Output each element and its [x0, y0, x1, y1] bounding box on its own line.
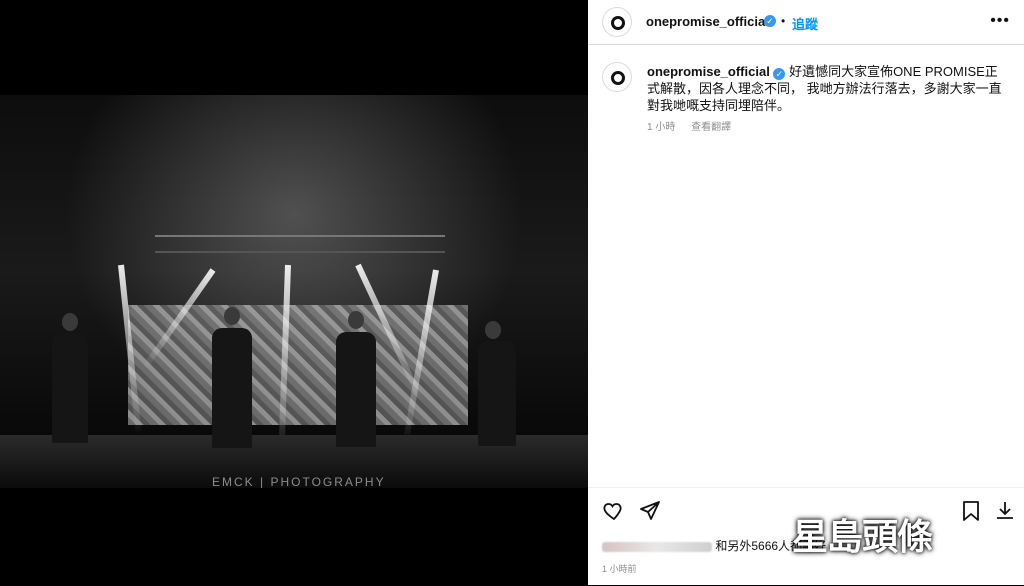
heart-icon[interactable]	[602, 499, 626, 523]
news-logo-watermark: 星島頭條	[792, 508, 1024, 576]
header-username[interactable]: onepromise_official	[646, 14, 769, 29]
band-member	[478, 341, 516, 446]
separator-dot: •	[781, 14, 786, 28]
post-header: onepromise_official ✓ • 追蹤 •••	[588, 0, 1024, 45]
verified-badge-icon: ✓	[773, 68, 786, 80]
post-details-panel: onepromise_official ✓ • 追蹤 ••• onepromis…	[588, 0, 1024, 585]
stage-truss	[155, 235, 445, 253]
more-options-icon[interactable]: •••	[990, 12, 1010, 30]
caption-avatar[interactable]	[602, 62, 632, 92]
post-media-panel: EMCK | PHOTOGRAPHY	[0, 0, 588, 585]
band-member-head	[62, 313, 78, 331]
post-timestamp: 1 小時前	[602, 564, 637, 574]
caption-time: 1 小時	[647, 122, 676, 133]
band-member-head	[224, 307, 240, 325]
band-member	[52, 333, 88, 443]
verified-badge-icon: ✓	[764, 15, 776, 27]
news-logo-text: 星島頭條	[792, 517, 933, 558]
band-member-head	[485, 321, 501, 339]
avatar[interactable]	[602, 7, 632, 37]
caption-meta: 1 小時 查看翻譯	[647, 118, 744, 133]
band-member	[212, 328, 252, 448]
translate-link[interactable]: 查看翻譯	[691, 122, 731, 133]
follow-button[interactable]: 追蹤	[792, 14, 818, 33]
send-icon[interactable]	[638, 499, 662, 523]
band-member	[336, 332, 376, 447]
caption-username[interactable]: onepromise_official	[647, 64, 770, 79]
concert-photo: EMCK | PHOTOGRAPHY	[0, 95, 588, 488]
liker-avatars-blurred	[602, 541, 712, 552]
photo-watermark: EMCK | PHOTOGRAPHY	[212, 475, 386, 488]
post-caption: onepromise_official ✓ 好遺憾同大家宣佈ONE PROMIS…	[647, 63, 1009, 114]
band-member-head	[348, 311, 364, 329]
